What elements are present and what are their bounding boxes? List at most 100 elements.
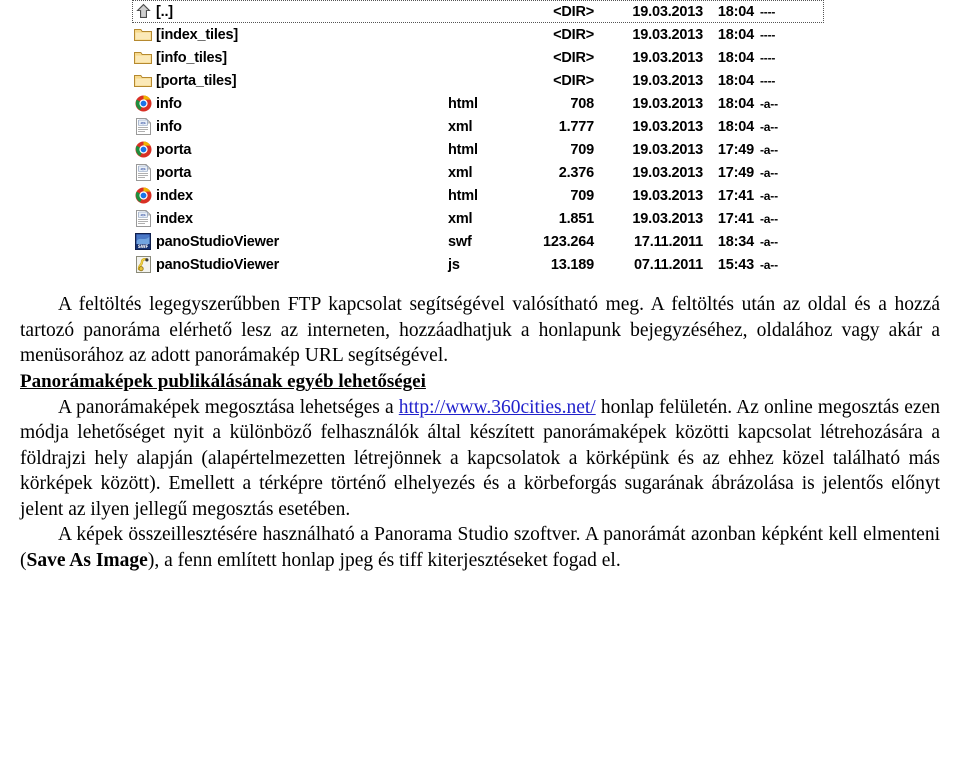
xml-file-icon: <>	[132, 118, 154, 135]
svg-text:SWF: SWF	[138, 244, 148, 250]
file-date-cell: 17.11.2011	[634, 233, 703, 250]
file-date-cell: 19.03.2013	[632, 72, 703, 89]
file-row[interactable]: <> index xml 1.851 19.03.2013 17:41 -a--	[132, 207, 824, 230]
file-date-cell: 19.03.2013	[632, 95, 703, 112]
folder-icon	[132, 73, 154, 88]
file-row[interactable]: index html 709 19.03.2013 17:41 -a--	[132, 184, 824, 207]
file-row[interactable]: info html 708 19.03.2013 18:04 -a--	[132, 92, 824, 115]
file-ext-cell: xml	[448, 164, 473, 181]
file-size-cell: 123.264	[542, 233, 594, 250]
file-ext-cell: swf	[448, 233, 472, 250]
file-date-cell: 07.11.2011	[634, 256, 703, 273]
paragraph-panorama-studio: A képek összeillesztésére használható a …	[0, 522, 960, 573]
file-time-cell: 18:04	[717, 118, 754, 135]
file-ext-cell: xml	[448, 210, 473, 227]
file-time-cell: 18:04	[717, 26, 754, 43]
file-time-cell: 17:49	[717, 141, 754, 158]
file-size-cell: 709	[570, 187, 594, 204]
file-date-cell: 19.03.2013	[632, 26, 703, 43]
file-row[interactable]: [..] <DIR> 19.03.2013 18:04 ----	[132, 0, 824, 23]
link-360cities[interactable]: http://www.360cities.net/	[399, 397, 596, 418]
directory-marker-cell: <DIR>	[553, 72, 594, 89]
chrome-html-icon	[132, 141, 154, 158]
js-file-icon	[132, 256, 154, 273]
file-time-cell: 17:41	[717, 210, 754, 227]
document-body: A feltöltés legegyszerűbben FTP kapcsola…	[0, 292, 960, 573]
directory-marker-cell: <DIR>	[553, 49, 594, 66]
file-attr-cell: ----	[760, 73, 776, 88]
file-time-cell: 15:43	[717, 256, 754, 273]
file-name-cell: panoStudioViewer	[156, 256, 280, 273]
file-size-cell: 708	[570, 95, 594, 112]
file-name-cell: porta	[156, 164, 192, 181]
file-size-cell: 2.376	[558, 164, 594, 181]
file-row[interactable]: [index_tiles] <DIR> 19.03.2013 18:04 ----	[132, 23, 824, 46]
svg-text:<>: <>	[140, 212, 146, 218]
file-row[interactable]: SWF panoStudioViewer swf 123.264 17.11.2011 1…	[132, 230, 824, 253]
file-time-cell: 17:49	[717, 164, 754, 181]
file-name-cell: info	[156, 95, 182, 112]
directory-marker-cell: <DIR>	[553, 26, 594, 43]
file-time-cell: 18:04	[717, 95, 754, 112]
paragraph-360cities: A panorámaképek megosztása lehetséges a …	[0, 395, 960, 523]
file-attr-cell: -a--	[760, 188, 778, 203]
file-name-cell: panoStudioViewer	[156, 233, 280, 250]
file-name-cell: [..]	[156, 3, 173, 20]
page-heading-other-publishing-options: Panorámaképek publikálásának egyéb lehet…	[20, 370, 426, 392]
file-attr-cell: ----	[760, 4, 776, 19]
chrome-html-icon	[132, 187, 154, 204]
file-time-cell: 18:04	[717, 72, 754, 89]
file-row[interactable]: porta html 709 19.03.2013 17:49 -a--	[132, 138, 824, 161]
file-size-cell: 1.777	[558, 118, 594, 135]
file-ext-cell: html	[448, 187, 478, 204]
file-date-cell: 19.03.2013	[632, 164, 703, 181]
file-name-cell: [index_tiles]	[156, 26, 239, 43]
svg-text:<>: <>	[140, 120, 146, 126]
file-row[interactable]: panoStudioViewer js 13.189 07.11.2011 15:43-…	[132, 253, 824, 276]
file-date-cell: 19.03.2013	[632, 187, 703, 204]
xml-file-icon: <>	[132, 210, 154, 227]
file-row[interactable]: <> info xml 1.777 19.03.2013 18:04 -a--	[132, 115, 824, 138]
file-attr-cell: -a--	[760, 119, 778, 134]
save-as-image-label: Save As Image	[26, 549, 148, 571]
file-size-cell: 13.189	[550, 256, 594, 273]
file-attr-cell: ----	[760, 27, 776, 42]
file-attr-cell: -a--	[760, 96, 778, 111]
file-ext-cell: html	[448, 141, 478, 158]
swf-file-icon: SWF	[132, 233, 154, 250]
file-name-cell: [porta_tiles]	[156, 72, 237, 89]
folder-icon	[132, 50, 154, 65]
chrome-html-icon	[132, 95, 154, 112]
file-size-cell: 1.851	[558, 210, 594, 227]
file-name-cell: index	[156, 187, 193, 204]
folder-icon	[132, 27, 154, 42]
paragraph-upload-ftp: A feltöltés legegyszerűbben FTP kapcsola…	[20, 294, 940, 366]
file-row[interactable]: [porta_tiles] <DIR> 19.03.2013 18:04 ----	[132, 69, 824, 92]
file-listing-panel[interactable]: [..] <DIR> 19.03.2013 18:04 ---- [index_tiles…	[132, 0, 824, 286]
file-attr-cell: -a--	[760, 211, 778, 226]
file-date-cell: 19.03.2013	[632, 118, 703, 135]
file-attr-cell: -a--	[760, 142, 778, 157]
file-row[interactable]: <> porta xml 2.376 19.03.2013 17:49 -a--	[132, 161, 824, 184]
file-ext-cell: xml	[448, 118, 473, 135]
paragraph-panorama-studio-part2: ), a fenn említett honlap jpeg és tiff k…	[147, 549, 621, 571]
file-date-cell: 19.03.2013	[632, 3, 703, 20]
file-date-cell: 19.03.2013	[632, 49, 703, 66]
file-time-cell: 17:41	[717, 187, 754, 204]
file-name-cell: porta	[156, 141, 192, 158]
file-attr-cell: -a--	[760, 234, 778, 249]
file-attr-cell: -a--	[760, 165, 778, 180]
file-time-cell: 18:04	[717, 49, 754, 66]
up-directory-icon	[132, 3, 154, 20]
file-time-cell: 18:04	[717, 3, 754, 20]
svg-text:<>: <>	[140, 166, 146, 172]
file-ext-cell: js	[448, 256, 460, 273]
file-time-cell: 18:34	[717, 233, 754, 250]
xml-file-icon: <>	[132, 164, 154, 181]
file-name-cell: info	[156, 118, 182, 135]
directory-marker-cell: <DIR>	[553, 3, 594, 20]
file-size-cell: 709	[570, 141, 594, 158]
file-row[interactable]: [info_tiles] <DIR> 19.03.2013 18:04 ----	[132, 46, 824, 69]
paragraph-360cities-text-before: A panorámaképek megosztása lehetséges a	[58, 396, 399, 418]
file-name-cell: [info_tiles]	[156, 49, 227, 66]
